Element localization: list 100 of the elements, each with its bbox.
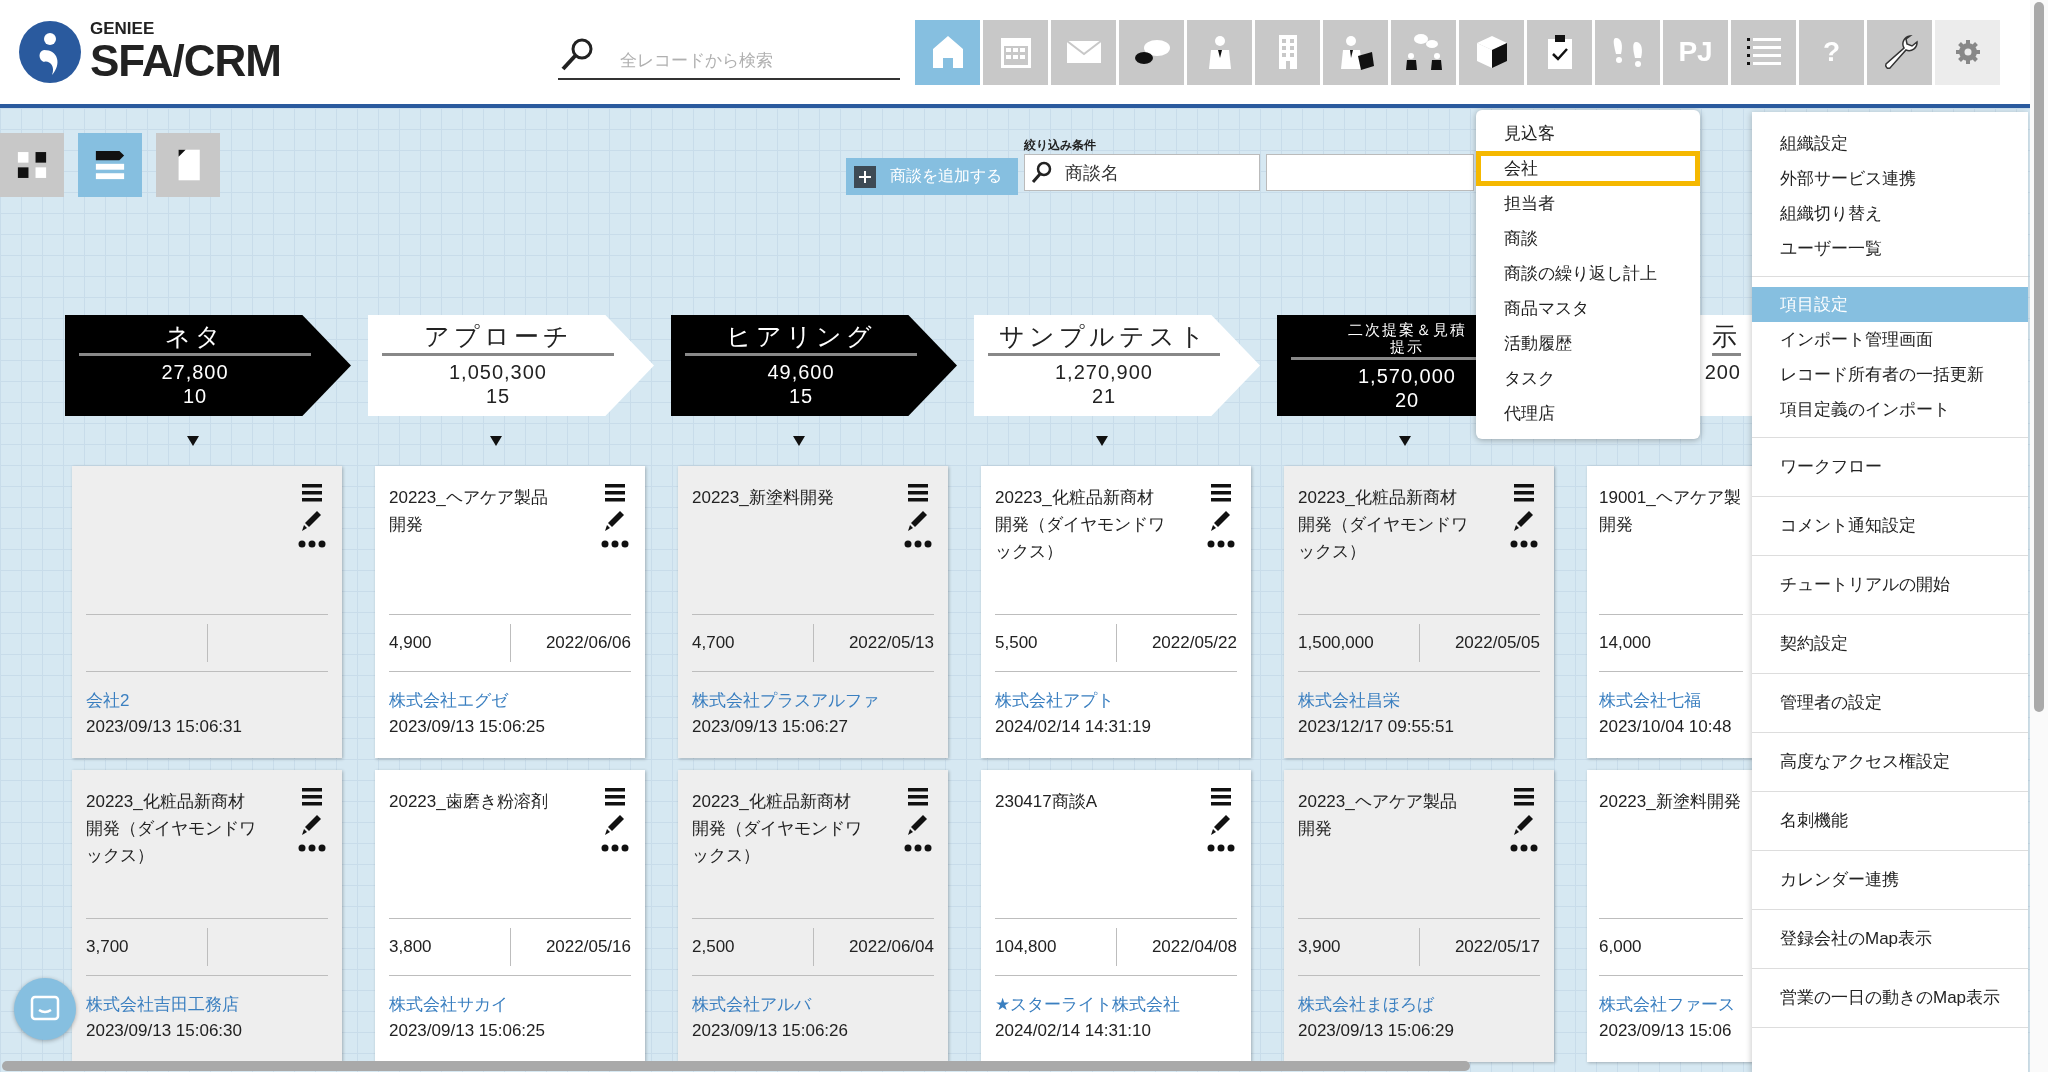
company-link[interactable]: 株式会社アプト xyxy=(995,688,1237,714)
stage-header[interactable]: アプローチ 1,050,300 15 xyxy=(368,315,654,416)
caret-icon xyxy=(187,436,199,446)
scrollbar[interactable] xyxy=(2,1061,1470,1071)
deal-title: 20223_化粧品新商材開発（ダイヤモンドワックス） xyxy=(86,791,256,867)
menu-icon xyxy=(302,788,322,806)
chat-button[interactable] xyxy=(14,978,76,1040)
stage-header[interactable]: ネタ 27,800 10 xyxy=(65,315,351,416)
menu-item[interactable]: ワークフロー xyxy=(1752,438,2028,496)
deal-card[interactable]: 19001_ヘアケア製開発 14,000 株式会社七福 2023/10/04 10:48 xyxy=(1587,466,1753,758)
pencil-icon xyxy=(302,510,322,532)
menu-item[interactable]: 管理者の設定 xyxy=(1752,674,2028,732)
nav-button[interactable] xyxy=(1527,19,1592,85)
deal-card[interactable]: 20223_化粧品新商材開発（ダイヤモンドワックス） 5,500 2022/05/22 株式会社アプト 2024/02/14 14:31:19 xyxy=(981,466,1251,758)
deal-amount: 3,900 xyxy=(1298,937,1341,957)
more-icon xyxy=(298,540,326,548)
company-link[interactable]: 株式会社アルバ xyxy=(692,992,934,1018)
deal-card[interactable]: 20223_新塗料開発 4,700 2022/05/13 株式会社プラスアルファ 2023/09/13 15:06:27 xyxy=(678,466,948,758)
deal-card[interactable]: 20223_ヘアケア製品開発 3,900 2022/05/17 株式会社まほろば 2023/09/13 15:06:29 xyxy=(1284,770,1554,1062)
view-toggle-button[interactable] xyxy=(78,133,142,197)
menu-item[interactable]: カレンダー連携 xyxy=(1752,851,2028,909)
company-link[interactable]: 株式会社エグゼ xyxy=(389,688,631,714)
stage-count: 10 xyxy=(182,384,208,408)
company-link[interactable]: 株式会社プラスアルファ xyxy=(692,688,934,714)
deal-amount: 5,500 xyxy=(995,633,1038,653)
menu-item[interactable]: レコード所有者の一括更新 xyxy=(1752,357,2028,392)
company-link[interactable]: 会社2 xyxy=(86,688,328,714)
menu-icon xyxy=(908,484,928,502)
deal-date: 2022/05/22 xyxy=(1151,633,1237,653)
menu-item[interactable]: 外部サービス連携 xyxy=(1752,161,2028,196)
stage-header[interactable]: サンプルテスト 1,270,900 21 xyxy=(974,315,1260,416)
company-link[interactable]: 株式会社サカイ xyxy=(389,992,631,1018)
stage-amount: 1,570,000 xyxy=(1358,364,1456,388)
scrollbar[interactable] xyxy=(2034,2,2044,712)
deal-date: 2022/04/08 xyxy=(1151,937,1237,957)
search-field[interactable]: 全レコードから検索 xyxy=(558,30,900,80)
stage-count: 21 xyxy=(1091,384,1117,408)
menu-item[interactable]: 担当者 xyxy=(1476,186,1700,221)
menu-item[interactable]: 項目定義のインポート xyxy=(1752,392,2028,427)
filter-field[interactable]: 商談名 xyxy=(1024,154,1260,191)
company-link[interactable]: ★スターライト株式会社 xyxy=(995,992,1237,1018)
pencil-icon xyxy=(605,510,625,532)
menu-item[interactable]: 見込客 xyxy=(1476,116,1700,151)
deal-title: 20223_化粧品新商材開発（ダイヤモンドワックス） xyxy=(1298,487,1468,563)
company-link[interactable]: 株式会社昌栄 xyxy=(1298,688,1540,714)
updated-datetime: 2023/10/04 10:48 xyxy=(1599,716,1733,738)
view-toggle-button[interactable] xyxy=(156,133,220,197)
stage-header[interactable]: ヒアリング 49,600 15 xyxy=(671,315,957,416)
company-link[interactable]: 株式会社まほろば xyxy=(1298,992,1540,1018)
menu-item[interactable]: 登録会社のMap表示 xyxy=(1752,910,2028,968)
menu-item[interactable]: 商談 xyxy=(1476,221,1700,256)
caret-icon xyxy=(1399,436,1411,446)
menu-item[interactable]: 高度なアクセス権設定 xyxy=(1752,733,2028,791)
menu-item[interactable]: インポート管理画面 xyxy=(1752,322,2028,357)
menu-item[interactable]: 契約設定 xyxy=(1752,615,2028,673)
deal-title: 20223_新塗料開発 xyxy=(1599,791,1742,813)
menu-item[interactable]: 営業の一日の動きのMap表示 xyxy=(1752,969,2028,1027)
deal-card[interactable]: 会社2 2023/09/13 15:06:31 xyxy=(72,466,342,758)
nav-button[interactable] xyxy=(1867,19,1932,85)
deal-title: 20223_化粧品新商材開発（ダイヤモンドワックス） xyxy=(995,487,1165,563)
stage-title: ネタ xyxy=(79,319,311,356)
filter-label: 絞り込み条件 xyxy=(1024,137,1097,154)
deal-card[interactable]: 20223_化粧品新商材開発（ダイヤモンドワックス） 1,500,000 2022/05/05 株式会社昌栄 2023/12/17 09:55:51 xyxy=(1284,466,1554,758)
stage-amount: 1,050,300 xyxy=(449,360,547,384)
pencil-icon xyxy=(1514,814,1534,836)
menu-item[interactable]: チュートリアルの開始 xyxy=(1752,556,2028,614)
deal-card[interactable]: 20223_新塗料開発 6,000 株式会社ファース 2023/09/13 15:06 xyxy=(1587,770,1753,1062)
menu-item[interactable]: 名刺機能 xyxy=(1752,792,2028,850)
stage-count: 15 xyxy=(485,384,511,408)
menu-item[interactable]: ユーザー一覧 xyxy=(1752,231,2028,266)
nav-button[interactable] xyxy=(1119,19,1184,85)
stage-title: アプローチ xyxy=(382,319,614,356)
deal-card[interactable]: 20223_ヘアケア製品開発 4,900 2022/06/06 株式会社エグゼ 2023/09/13 15:06:25 xyxy=(375,466,645,758)
company-link[interactable]: 株式会社ファース xyxy=(1599,992,1743,1018)
view-toggle-button[interactable] xyxy=(0,133,64,197)
company-link[interactable]: 株式会社吉田工務店 xyxy=(86,992,328,1018)
deal-amount: 2,500 xyxy=(692,937,735,957)
menu-item[interactable]: 組織切り替え xyxy=(1752,196,2028,231)
deal-card[interactable]: 20223_化粧品新商材開発（ダイヤモンドワックス） 2,500 2022/06/04 株式会社アルバ 2023/09/13 15:06:26 xyxy=(678,770,948,1062)
deal-amount: 6,000 xyxy=(1599,937,1642,957)
menu-item[interactable]: 組織設定 xyxy=(1752,126,2028,161)
updated-datetime: 2023/09/13 15:06:27 xyxy=(692,716,849,738)
deal-date: 2022/05/17 xyxy=(1454,937,1540,957)
caret-icon xyxy=(793,436,805,446)
menu-item[interactable]: コメント通知設定 xyxy=(1752,497,2028,555)
nav-button[interactable] xyxy=(1391,19,1456,85)
menu-item[interactable]: 会社 xyxy=(1476,151,1700,186)
deal-date: 2022/06/06 xyxy=(545,633,631,653)
menu-item[interactable]: 商談の繰り返し計上 xyxy=(1476,256,1700,291)
deal-card[interactable]: 230417商談A 104,800 2022/04/08 ★スターライト株式会社 2024/02/14 14:31:10 xyxy=(981,770,1251,1062)
updated-datetime: 2023/09/13 15:06:25 xyxy=(389,1020,546,1042)
deal-amount: 3,700 xyxy=(86,937,129,957)
deal-card[interactable]: 20223_歯磨き粉溶剤 3,800 2022/05/16 株式会社サカイ 2023/09/13 15:06:25 xyxy=(375,770,645,1062)
company-link[interactable]: 株式会社七福 xyxy=(1599,688,1743,714)
deal-card[interactable]: 20223_化粧品新商材開発（ダイヤモンドワックス） 3,700 株式会社吉田工務店 2023/09/13 15:06:30 xyxy=(72,770,342,1062)
pencil-icon xyxy=(302,814,322,836)
nav-button[interactable] xyxy=(1323,19,1388,85)
nav-button[interactable] xyxy=(1459,19,1524,85)
deal-title: 20223_化粧品新商材開発（ダイヤモンドワックス） xyxy=(692,791,862,867)
filter-field[interactable] xyxy=(1266,154,1474,191)
